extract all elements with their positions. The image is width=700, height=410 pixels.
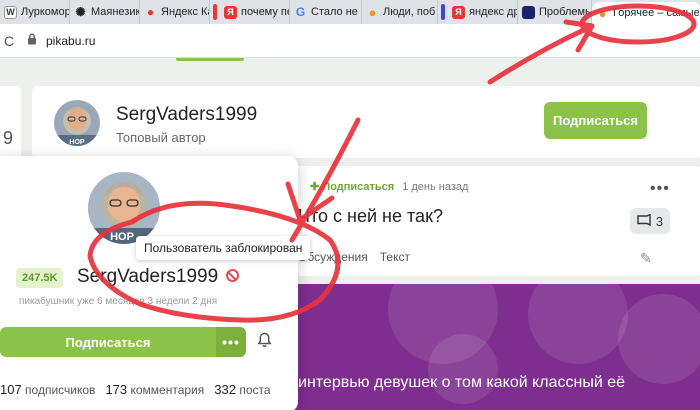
post-time: 1 день назад [402, 180, 469, 193]
post-subscribe-link[interactable]: ✚ Подписаться [310, 180, 394, 193]
comments-count: 173 [105, 382, 128, 397]
decor-circle [618, 294, 700, 384]
decor-circle [528, 284, 628, 364]
author-rank: Топовый автор [116, 130, 206, 145]
avatar[interactable]: НОР [86, 170, 162, 246]
tab-label: Яндекс Кар [161, 6, 209, 18]
openai-icon: ✺ [75, 5, 86, 19]
pikabu-icon: ● [598, 5, 607, 21]
tab-label: Люди, поб [383, 6, 436, 18]
browser-tab-bar: W Луркомор ✺ Маянезик ● Яндекс Кар Я поч… [0, 0, 700, 24]
profile-popup: НОР Пользователь заблокирован 247.5K Ser… [0, 156, 311, 410]
page-content: 9 НОР SergVaders1999 Топовый автор Подпи… [0, 58, 700, 410]
url-text[interactable]: pikabu.ru [46, 34, 95, 48]
profile-stats: 107 подписчиков 173 комментария 332 пост… [0, 382, 271, 397]
post-title[interactable]: Что с ней не так? [298, 206, 443, 227]
tab-label: Стало не в [311, 6, 362, 18]
promo-text: интервью девушек о том какой классный её [298, 374, 626, 391]
bell-icon[interactable] [257, 332, 272, 352]
tab-lurkmore[interactable]: W Луркомор [0, 0, 70, 24]
avatar[interactable]: НОР [54, 100, 100, 146]
yandex-icon: Я [224, 5, 237, 19]
avatar-caption: НОР [69, 139, 85, 146]
post-meta: ✚ Подписаться 1 день назад [310, 180, 469, 194]
popup-subscribe-button[interactable]: Подписаться [0, 327, 216, 357]
subscribers-count: 107 [0, 382, 22, 397]
post-tags: Обсуждения Текст [298, 250, 410, 264]
avatar-image: НОР [54, 107, 100, 146]
popup-username[interactable]: SergVaders1999 [77, 266, 218, 288]
edit-pencil-icon[interactable]: ✎ [640, 250, 652, 267]
tab-mayanezik[interactable]: ✺ Маянезик [70, 0, 140, 24]
posts-label: поста [239, 383, 271, 397]
blocked-icon[interactable] [226, 269, 239, 282]
comment-icon [637, 212, 651, 229]
promo-banner[interactable]: интервью девушек о том какой классный её [288, 284, 700, 410]
avatar-image: НОР [88, 182, 160, 244]
wikipedia-icon: W [4, 5, 17, 19]
tag-text[interactable]: Текст [380, 250, 410, 264]
tab-separator [213, 4, 217, 20]
subscribers-label: подписчиков [25, 383, 96, 397]
author-name[interactable]: SergVaders1999 [116, 104, 257, 126]
blocked-tooltip: Пользователь заблокирован [136, 236, 311, 260]
tab-label: Горячее – самые и [613, 7, 700, 19]
decor-circle [428, 334, 498, 404]
tab-label: яндекс дра [469, 6, 517, 18]
tab-yandex-search[interactable]: Я почему пе [220, 0, 290, 24]
author-header-card: НОР SergVaders1999 Топовый автор Подписа… [32, 86, 700, 158]
post-card: ✚ Подписаться 1 день назад ••• Что с ней… [288, 166, 700, 276]
tab-problems[interactable]: ● Проблемы [518, 0, 592, 24]
yandex-icon: Я [452, 5, 465, 19]
member-since: пикабушник уже 6 месяцев 3 недели 2 дня [19, 296, 218, 307]
map-pin-icon: ● [146, 5, 155, 19]
more-options-icon[interactable]: ••• [216, 327, 246, 357]
rating-badge: 247.5K [16, 268, 64, 288]
tab-yandex-drive[interactable]: Я яндекс дра [448, 0, 518, 24]
pikabu-icon: ● [368, 4, 377, 20]
tab-pikabu-hot[interactable]: ● Горячее – самые и [592, 2, 700, 24]
active-section-indicator [176, 58, 244, 61]
tab-label: Проблемы [539, 6, 592, 18]
comments-button[interactable]: 3 [630, 208, 670, 234]
google-icon: G [295, 5, 306, 19]
tab-pikabu-people[interactable]: ● Люди, поб [362, 0, 438, 24]
address-bar: C pikabu.ru [0, 24, 700, 58]
side-card-number: 9 [2, 128, 13, 148]
post-subscribe-label: Подписаться [322, 181, 395, 193]
posts-count: 332 [214, 382, 236, 397]
tab-yandex-maps[interactable]: ● Яндекс Кар [140, 0, 210, 24]
tab-label: почему пе [241, 6, 290, 18]
comments-count: 3 [655, 213, 664, 229]
tab-google[interactable]: G Стало не в [290, 0, 362, 24]
comments-label: комментария [130, 383, 205, 397]
avatar-caption: НОР [110, 231, 134, 243]
reload-icon[interactable]: C [0, 33, 18, 49]
blue-app-icon: ● [522, 5, 535, 19]
tab-separator [441, 4, 445, 20]
more-options-icon[interactable]: ••• [650, 180, 670, 198]
lock-icon[interactable] [24, 33, 40, 48]
tab-label: Маянезик [91, 6, 140, 18]
subscribe-button[interactable]: Подписаться [544, 102, 647, 139]
tab-label: Луркомор [21, 6, 70, 18]
